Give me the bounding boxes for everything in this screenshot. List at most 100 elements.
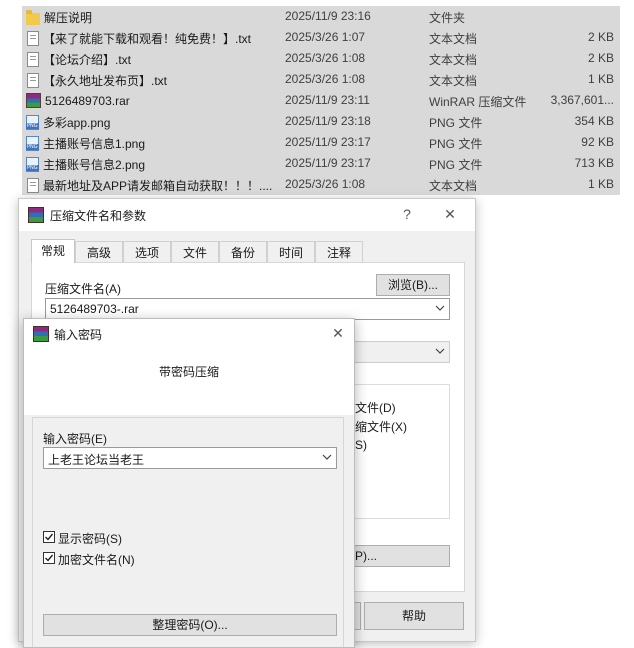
checkmark-icon — [45, 533, 54, 541]
file-name: 多彩app.png — [43, 116, 111, 130]
help-button[interactable]: 帮助 — [364, 602, 464, 630]
tab-files[interactable]: 文件 — [171, 241, 219, 263]
password-dialog-titlebar: 输入密码 ✕ — [24, 319, 354, 349]
close-icon[interactable]: ✕ — [440, 205, 460, 223]
file-row[interactable]: 【来了就能下载和观看！纯免费！】.txt 2025/3/26 1:07 文本文档 2 … — [22, 27, 620, 48]
file-name: 5126489703.rar — [45, 93, 130, 108]
file-list: 解压说明 2025/11/9 23:16 文件夹【来了就能下载和观看！纯免费！】.t… — [22, 6, 620, 195]
file-name: 【论坛介绍】.txt — [43, 53, 132, 67]
file-size: 2 KB — [587, 51, 614, 65]
browse-button[interactable]: 浏览(B)... — [376, 274, 450, 296]
file-row[interactable]: 多彩app.png 2025/11/9 23:18 PNG 文件 354 KB — [22, 111, 620, 132]
file-name: 主播账号信息1.png — [43, 137, 146, 151]
file-row[interactable]: 主播账号信息2.png 2025/11/9 23:17 PNG 文件 713 KB — [22, 153, 620, 174]
file-name-cell[interactable]: 解压说明 — [26, 9, 276, 26]
file-name: 【永久地址发布页】.txt — [43, 74, 168, 88]
enter-password-dialog: 输入密码 ✕ 带密码压缩 输入密码(E) 上老王论坛当老王 显示密码(S) 加密… — [23, 318, 355, 648]
tab-comment[interactable]: 注释 — [315, 241, 363, 263]
archive-dialog-tabs: 常规 高级 选项 文件 备份 时间 注释 — [31, 239, 475, 263]
file-name-cell[interactable]: 主播账号信息2.png — [26, 156, 276, 173]
file-size: 713 KB — [574, 156, 614, 170]
archive-name-value: 5126489703-.rar — [50, 302, 139, 316]
file-name-cell[interactable]: 多彩app.png — [26, 114, 276, 131]
file-name: 最新地址及APP请发邮箱自动获取！！！.... — [43, 179, 273, 193]
tab-options[interactable]: 选项 — [123, 241, 171, 263]
text-file-icon — [27, 73, 39, 88]
option-partial-2[interactable]: 缩文件(X) — [355, 418, 407, 435]
password-label: 输入密码(E) — [43, 432, 107, 446]
file-type: PNG 文件 — [429, 158, 483, 172]
tab-advanced[interactable]: 高级 — [75, 241, 123, 263]
file-date: 2025/11/9 23:17 — [285, 135, 371, 149]
file-name-cell[interactable]: 【来了就能下载和观看！纯免费！】.txt — [26, 30, 276, 47]
file-type: PNG 文件 — [429, 137, 483, 151]
text-file-icon — [27, 31, 39, 46]
file-type: 文件夹 — [429, 11, 466, 25]
option-partial-1[interactable]: 文件(D) — [355, 399, 396, 416]
password-section: 输入密码(E) 上老王论坛当老王 显示密码(S) 加密文件名(N) 整理密码(O… — [32, 417, 344, 647]
organize-passwords-button[interactable]: 整理密码(O)... — [43, 614, 337, 636]
password-dialog-heading: 带密码压缩 — [158, 365, 219, 379]
partial-button[interactable]: P)... — [346, 545, 450, 567]
password-dialog-title: 输入密码 — [54, 328, 103, 342]
file-name-cell[interactable]: 5126489703.rar — [26, 93, 276, 108]
password-input[interactable]: 上老王论坛当老王 — [43, 447, 337, 469]
encrypt-file-names-label[interactable]: 加密文件名(N) — [58, 551, 135, 568]
archive-name-combobox[interactable]: 5126489703-.rar — [45, 298, 450, 320]
file-date: 2025/3/26 1:08 — [285, 72, 366, 86]
file-name-cell[interactable]: 【永久地址发布页】.txt — [26, 72, 276, 89]
file-size: 1 KB — [587, 177, 614, 191]
file-row[interactable]: 主播账号信息1.png 2025/11/9 23:17 PNG 文件 92 KB — [22, 132, 620, 153]
option-partial-3[interactable]: S) — [355, 438, 367, 452]
file-name: 【来了就能下载和观看！纯免费！】.txt — [43, 32, 252, 46]
chevron-down-icon[interactable] — [435, 345, 445, 357]
file-date: 2025/3/26 1:08 — [285, 177, 366, 191]
show-password-checkbox[interactable] — [43, 531, 55, 543]
winrar-icon — [28, 207, 44, 223]
password-dialog-header: 带密码压缩 — [24, 349, 354, 415]
tab-backup[interactable]: 备份 — [219, 241, 267, 263]
help-icon[interactable]: ? — [397, 205, 417, 223]
chevron-down-icon[interactable] — [435, 302, 445, 314]
file-date: 2025/3/26 1:07 — [285, 30, 366, 44]
text-file-icon — [27, 52, 39, 67]
file-date: 2025/11/9 23:16 — [285, 9, 371, 23]
rar-archive-icon — [26, 93, 41, 108]
chevron-down-icon[interactable] — [322, 451, 332, 463]
file-row[interactable]: 5126489703.rar 2025/11/9 23:11 WinRAR 压缩文件… — [22, 90, 620, 111]
png-file-icon — [26, 157, 39, 172]
text-file-icon — [27, 178, 39, 193]
png-file-icon — [26, 136, 39, 151]
password-value: 上老王论坛当老王 — [48, 453, 145, 467]
file-type: 文本文档 — [429, 32, 478, 46]
show-password-label[interactable]: 显示密码(S) — [58, 530, 122, 547]
file-size: 3,367,601... — [550, 93, 614, 107]
file-date: 2025/11/9 23:11 — [285, 93, 370, 107]
close-icon[interactable]: ✕ — [328, 324, 348, 342]
file-type: 文本文档 — [429, 53, 478, 67]
file-name-cell[interactable]: 【论坛介绍】.txt — [26, 51, 276, 68]
file-row[interactable]: 【永久地址发布页】.txt 2025/3/26 1:08 文本文档 1 KB — [22, 69, 620, 90]
folder-icon — [26, 9, 40, 25]
file-row[interactable]: 解压说明 2025/11/9 23:16 文件夹 — [22, 6, 620, 27]
tab-time[interactable]: 时间 — [267, 241, 315, 263]
file-date: 2025/3/26 1:08 — [285, 51, 366, 65]
png-file-icon — [26, 115, 39, 130]
archiving-options-group: 文件(D) 缩文件(X) S) — [346, 384, 450, 519]
file-size: 2 KB — [587, 30, 614, 44]
file-name-cell[interactable]: 最新地址及APP请发邮箱自动获取！！！.... — [26, 177, 276, 194]
winrar-icon — [33, 326, 49, 342]
file-size: 1 KB — [587, 72, 614, 86]
file-date: 2025/11/9 23:18 — [285, 114, 371, 128]
file-type: PNG 文件 — [429, 116, 483, 130]
file-row[interactable]: 【论坛介绍】.txt 2025/3/26 1:08 文本文档 2 KB — [22, 48, 620, 69]
archive-dialog-title: 压缩文件名和参数 — [50, 209, 147, 223]
file-type: WinRAR 压缩文件 — [429, 95, 527, 109]
file-row[interactable]: 最新地址及APP请发邮箱自动获取！！！.... 2025/3/26 1:08 文本文… — [22, 174, 620, 195]
file-name: 解压说明 — [44, 11, 93, 25]
encrypt-file-names-checkbox[interactable] — [43, 552, 55, 564]
checkmark-icon — [45, 554, 54, 562]
file-type: 文本文档 — [429, 179, 478, 193]
file-name-cell[interactable]: 主播账号信息1.png — [26, 135, 276, 152]
tab-general[interactable]: 常规 — [31, 239, 75, 263]
